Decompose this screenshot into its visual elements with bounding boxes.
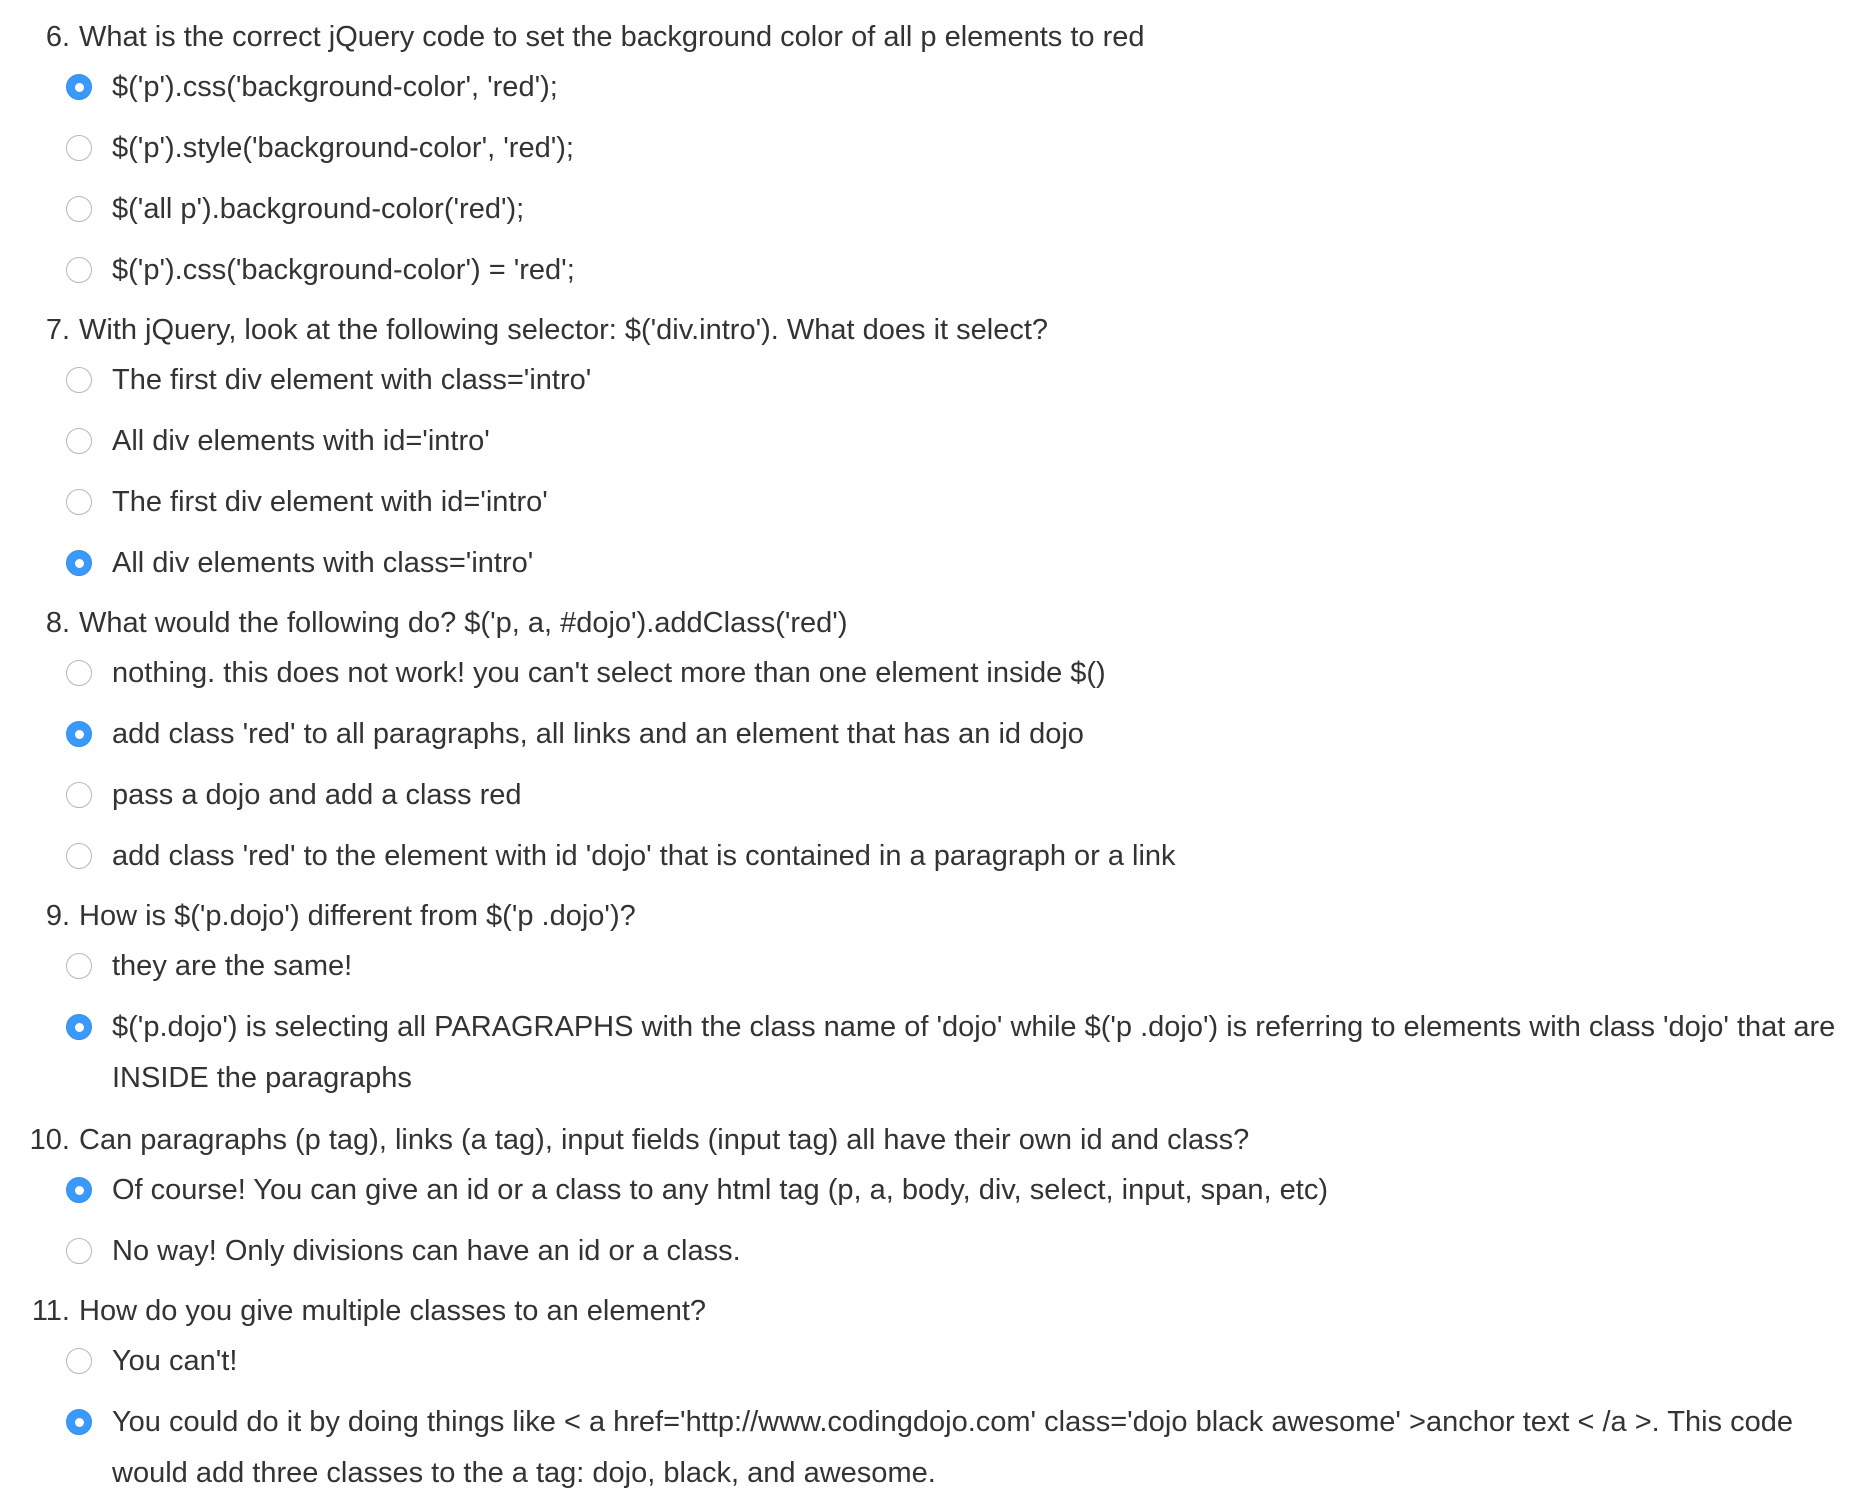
answer-label[interactable]: add class 'red' to the element with id '… (112, 831, 1846, 882)
question-title: 6. What is the correct jQuery code to set… (0, 19, 1240, 55)
radio-button[interactable] (66, 74, 92, 100)
answer-option[interactable]: nothing. this does not work! you can't s… (66, 656, 1846, 699)
question-number: 7. (45, 314, 70, 346)
answer-option[interactable]: pass a dojo and add a class red (66, 778, 1846, 821)
answer-label[interactable]: nothing. this does not work! you can't s… (112, 648, 1846, 699)
question-number: 9. (45, 900, 70, 932)
answer-option[interactable]: The first div element with id='intro' (66, 485, 1846, 528)
question-number: 8. (45, 607, 70, 639)
answer-option[interactable]: You could do it by doing things like < a… (66, 1405, 1846, 1499)
radio-button[interactable] (66, 1409, 92, 1435)
radio-button[interactable] (66, 843, 92, 869)
radio-button[interactable] (66, 721, 92, 747)
question-title: 10. Can paragraphs (p tag), links (a tag)… (0, 1122, 1250, 1158)
answer-option[interactable]: $('all p').background-color('red'); (66, 192, 1846, 235)
answer-label[interactable]: You can't! (112, 1336, 1846, 1387)
answer-label[interactable]: You could do it by doing things like < a… (112, 1397, 1846, 1499)
radio-button[interactable] (66, 782, 92, 808)
answer-label[interactable]: they are the same! (112, 941, 1846, 992)
radio-button[interactable] (66, 196, 92, 222)
answer-option[interactable]: You can't! (66, 1344, 1846, 1387)
answer-option[interactable]: All div elements with class='intro' (66, 546, 1846, 589)
answer-option[interactable]: add class 'red' to all paragraphs, all l… (66, 717, 1846, 760)
answer-label[interactable]: $('p').css('background-color') = 'red'; (112, 245, 1846, 296)
answer-label[interactable]: The first div element with id='intro' (112, 477, 1846, 528)
answer-option[interactable]: $('p.dojo') is selecting all PARAGRAPHS … (66, 1010, 1846, 1104)
radio-button[interactable] (66, 257, 92, 283)
answer-label[interactable]: All div elements with id='intro' (112, 416, 1846, 467)
answer-label[interactable]: pass a dojo and add a class red (112, 770, 1846, 821)
question-text: How is $('p.dojo') different from $('p .… (79, 900, 636, 932)
question-number: 11. (31, 1295, 70, 1327)
question-text: What would the following do? $('p, a, #d… (79, 607, 848, 639)
answer-option[interactable]: $('p').style('background-color', 'red'); (66, 131, 1846, 174)
question-title: 9. How is $('p.dojo') different from $('p… (0, 898, 1240, 934)
answer-option[interactable]: $('p').css('background-color', 'red'); (66, 70, 1846, 113)
answer-label[interactable]: All div elements with class='intro' (112, 538, 1846, 589)
radio-button[interactable] (66, 1238, 92, 1264)
answer-label[interactable]: add class 'red' to all paragraphs, all l… (112, 709, 1846, 760)
radio-button[interactable] (66, 550, 92, 576)
answer-option[interactable]: add class 'red' to the element with id '… (66, 839, 1846, 882)
answer-label[interactable]: $('p.dojo') is selecting all PARAGRAPHS … (112, 1002, 1846, 1104)
radio-button[interactable] (66, 953, 92, 979)
answer-label[interactable]: $('p').style('background-color', 'red'); (112, 123, 1846, 174)
question-text: How do you give multiple classes to an e… (79, 1295, 707, 1327)
radio-button[interactable] (66, 1014, 92, 1040)
answer-label[interactable]: The first div element with class='intro' (112, 355, 1846, 406)
question-title: 7. With jQuery, look at the following sel… (0, 312, 1240, 348)
answer-option[interactable]: All div elements with id='intro' (66, 424, 1846, 467)
answer-option[interactable]: they are the same! (66, 949, 1846, 992)
question-title: 8. What would the following do? $('p, a, … (0, 605, 1240, 641)
radio-button[interactable] (66, 1348, 92, 1374)
answer-option[interactable]: Of course! You can give an id or a class… (66, 1173, 1846, 1216)
answer-label[interactable]: $('p').css('background-color', 'red'); (112, 62, 1846, 113)
answer-option[interactable]: No way! Only divisions can have an id or… (66, 1234, 1846, 1277)
question-text: What is the correct jQuery code to set t… (79, 21, 1145, 53)
answer-option[interactable]: $('p').css('background-color') = 'red'; (66, 253, 1846, 296)
radio-button[interactable] (66, 428, 92, 454)
question-title: 11. How do you give multiple classes to a… (0, 1293, 1240, 1329)
question-number: 6. (45, 21, 70, 53)
answer-label[interactable]: No way! Only divisions can have an id or… (112, 1226, 1846, 1277)
question-text: Can paragraphs (p tag), links (a tag), i… (79, 1124, 1250, 1156)
radio-button[interactable] (66, 489, 92, 515)
radio-button[interactable] (66, 1177, 92, 1203)
answer-label[interactable]: Of course! You can give an id or a class… (112, 1165, 1846, 1216)
answer-label[interactable]: $('all p').background-color('red'); (112, 184, 1846, 235)
radio-button[interactable] (66, 367, 92, 393)
radio-button[interactable] (66, 135, 92, 161)
question-text: With jQuery, look at the following selec… (79, 314, 1049, 346)
radio-button[interactable] (66, 660, 92, 686)
question-number: 10. (29, 1124, 70, 1156)
answer-option[interactable]: The first div element with class='intro' (66, 363, 1846, 406)
